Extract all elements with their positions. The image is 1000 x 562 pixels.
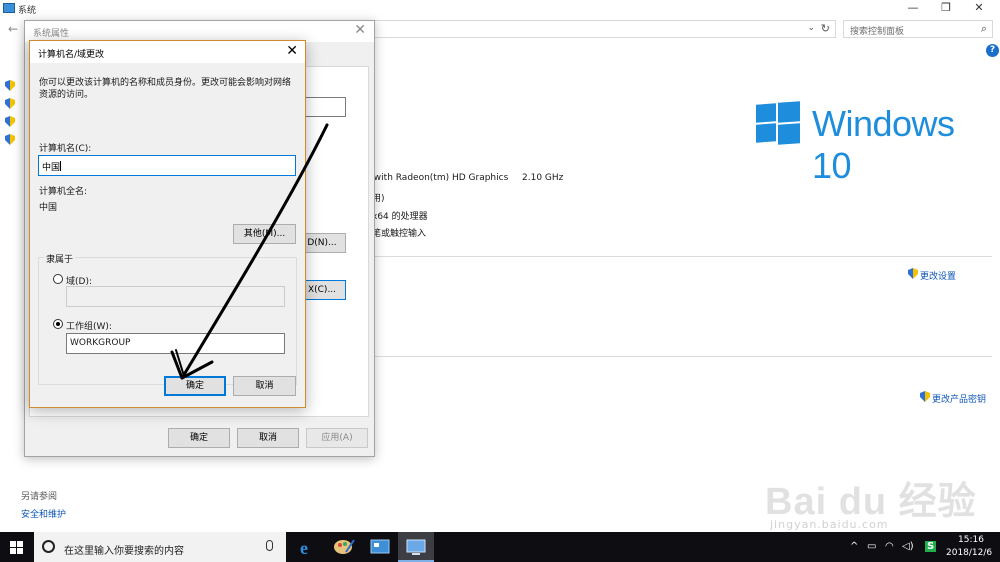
- dialog-description: 你可以更改该计算机的名称和成员身份。更改可能会影响对网络资源的访问。: [39, 78, 292, 100]
- shield-icon[interactable]: [920, 391, 930, 402]
- search-icon[interactable]: ⌕: [981, 22, 987, 36]
- clock-time[interactable]: 15:16: [958, 535, 984, 545]
- ok-button[interactable]: 确定: [164, 376, 226, 396]
- control-panel-icon[interactable]: [362, 532, 398, 562]
- see-also-heading: 另请参阅: [21, 492, 58, 502]
- cancel-button[interactable]: 取消: [237, 428, 299, 448]
- computer-name-input[interactable]: 中国: [38, 155, 296, 176]
- system-type: x64 的处理器: [372, 212, 428, 222]
- shield-icon[interactable]: [908, 268, 918, 279]
- computer-name-value: 中国: [42, 163, 61, 173]
- help-icon[interactable]: ?: [986, 44, 999, 57]
- windows-brand-text: Windows 10: [812, 103, 955, 186]
- search-placeholder: 搜索控制面板: [850, 27, 905, 37]
- maximize-button[interactable]: ❐: [931, 1, 961, 15]
- processor-name: with Radeon(tm) HD Graphics: [372, 173, 509, 183]
- close-button[interactable]: ✕: [964, 1, 994, 15]
- cancel-button[interactable]: 取消: [233, 376, 296, 396]
- refresh-icon[interactable]: ↻: [821, 22, 830, 35]
- clock-date[interactable]: 2018/12/6: [946, 548, 992, 558]
- windows-logo-icon: [756, 101, 800, 145]
- dialog-title: 系统属性: [33, 29, 70, 39]
- minimize-button[interactable]: —: [898, 1, 928, 15]
- divider: [375, 256, 992, 257]
- workgroup-value: WORKGROUP: [70, 338, 131, 348]
- domain-radio[interactable]: [53, 274, 63, 284]
- taskbar: 在这里输入你要搜索的内容 e ^ ▭ ◠ ◁) S: [0, 532, 1000, 562]
- computer-icon: [3, 3, 15, 13]
- paint-app-icon[interactable]: [326, 532, 362, 562]
- close-icon[interactable]: ✕: [286, 43, 298, 59]
- show-hidden-icons[interactable]: ^: [850, 541, 858, 552]
- window-title: 系统: [18, 6, 37, 16]
- close-icon[interactable]: ✕: [354, 22, 366, 38]
- input-method-icon[interactable]: S: [925, 541, 937, 552]
- baidu-watermark-logo: Bai du 经验: [765, 481, 977, 523]
- dialog-titlebar: 计算机名/域更改 ✕: [30, 41, 305, 63]
- system-properties-taskbar-icon[interactable]: [398, 532, 434, 562]
- change-product-key-link[interactable]: 更改产品密钥: [932, 392, 986, 405]
- chevron-down-icon[interactable]: ⌄: [807, 23, 815, 33]
- dialog-titlebar: 系统属性 ✕: [25, 21, 374, 42]
- more-button[interactable]: 其他(M)...: [233, 224, 296, 244]
- full-name-label: 计算机全名:: [39, 187, 88, 197]
- wifi-icon[interactable]: ◠: [885, 541, 894, 552]
- edge-browser-icon[interactable]: e: [290, 532, 326, 562]
- workgroup-input[interactable]: WORKGROUP: [66, 333, 285, 354]
- processor-speed: 2.10 GHz: [522, 173, 564, 183]
- workgroup-label: 工作组(W):: [66, 322, 112, 332]
- pen-touch-info: 笔或触控输入: [372, 229, 427, 239]
- taskbar-search-box[interactable]: 在这里输入你要搜索的内容: [34, 532, 286, 562]
- address-field[interactable]: ⌄ ↻: [373, 20, 836, 38]
- search-control-panel-input[interactable]: 搜索控制面板 ⌕: [843, 20, 993, 38]
- domain-input[interactable]: [66, 286, 285, 307]
- cortana-icon: [42, 540, 55, 553]
- back-arrow-icon[interactable]: ←: [8, 22, 18, 36]
- baidu-watermark-url: jingyan.baidu.com: [770, 518, 889, 531]
- svg-text:e: e: [300, 538, 308, 558]
- microphone-icon[interactable]: [266, 540, 273, 551]
- system-titlebar: 系统 — ❐ ✕: [0, 0, 1000, 17]
- ok-button[interactable]: 确定: [168, 428, 230, 448]
- computer-name-dialog: 计算机名/域更改 ✕ 你可以更改该计算机的名称和成员身份。更改可能会影响对网络资…: [29, 40, 306, 408]
- divider: [375, 356, 992, 357]
- taskbar-search-placeholder: 在这里输入你要搜索的内容: [64, 546, 184, 557]
- shield-icon[interactable]: [5, 116, 15, 127]
- shield-icon[interactable]: [5, 98, 15, 109]
- full-name-value: 中国: [39, 203, 58, 213]
- workgroup-radio[interactable]: [53, 319, 63, 329]
- dialog-title: 计算机名/域更改: [38, 50, 105, 60]
- change-settings-link[interactable]: 更改设置: [920, 269, 956, 282]
- member-of-label: 隶属于: [44, 252, 76, 265]
- windows-start-icon[interactable]: [10, 541, 23, 554]
- computer-name-label: 计算机名(C):: [39, 144, 92, 154]
- shield-icon[interactable]: [5, 134, 15, 145]
- battery-icon[interactable]: ▭: [867, 541, 876, 552]
- shield-icon[interactable]: [5, 80, 15, 91]
- apply-button[interactable]: 应用(A): [306, 428, 368, 448]
- volume-icon[interactable]: ◁): [902, 541, 914, 552]
- security-maintenance-link[interactable]: 安全和维护: [21, 507, 66, 520]
